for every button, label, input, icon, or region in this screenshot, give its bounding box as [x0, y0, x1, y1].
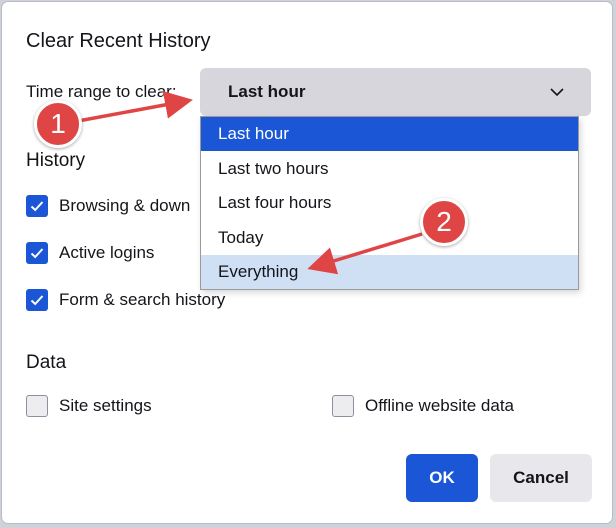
- option-everything[interactable]: Everything: [201, 255, 578, 289]
- data-item-label: Site settings: [59, 396, 152, 415]
- checkbox-checked[interactable]: [26, 195, 48, 217]
- history-item-browsing[interactable]: Browsing & down: [26, 194, 190, 218]
- checkbox-unchecked[interactable]: [332, 395, 354, 417]
- time-range-label: Time range to clear:: [26, 82, 177, 101]
- history-item-form-search[interactable]: Form & search history: [26, 288, 225, 312]
- option-last-four-hours[interactable]: Last four hours: [201, 186, 578, 220]
- annotation-marker-1: 1: [34, 100, 82, 148]
- data-heading: Data: [26, 352, 67, 373]
- checkbox-checked[interactable]: [26, 289, 48, 311]
- data-item-label: Offline website data: [365, 396, 514, 415]
- time-range-selected-value: Last hour: [228, 82, 306, 101]
- history-item-label: Active logins: [59, 243, 155, 262]
- cancel-button[interactable]: Cancel: [490, 454, 592, 502]
- ok-button[interactable]: OK: [406, 454, 478, 502]
- data-item-site-settings[interactable]: Site settings: [26, 394, 152, 418]
- checkbox-unchecked[interactable]: [26, 395, 48, 417]
- data-item-offline-data[interactable]: Offline website data: [332, 394, 514, 418]
- clear-history-dialog: Clear Recent History Time range to clear…: [2, 2, 612, 523]
- dialog-title: Clear Recent History: [26, 30, 211, 52]
- option-last-two-hours[interactable]: Last two hours: [201, 152, 578, 186]
- history-item-active-logins[interactable]: Active logins: [26, 241, 154, 265]
- history-heading: History: [26, 150, 86, 171]
- annotation-marker-2: 2: [420, 198, 468, 246]
- time-range-dropdown-list: Last hour Last two hours Last four hours…: [200, 116, 579, 290]
- history-item-label: Browsing & down: [59, 196, 191, 215]
- checkbox-checked[interactable]: [26, 242, 48, 264]
- option-today[interactable]: Today: [201, 221, 578, 255]
- chevron-down-icon: [549, 85, 565, 103]
- option-last-hour[interactable]: Last hour: [201, 117, 578, 151]
- time-range-select[interactable]: Last hour: [200, 68, 591, 116]
- history-item-label: Form & search history: [59, 290, 226, 309]
